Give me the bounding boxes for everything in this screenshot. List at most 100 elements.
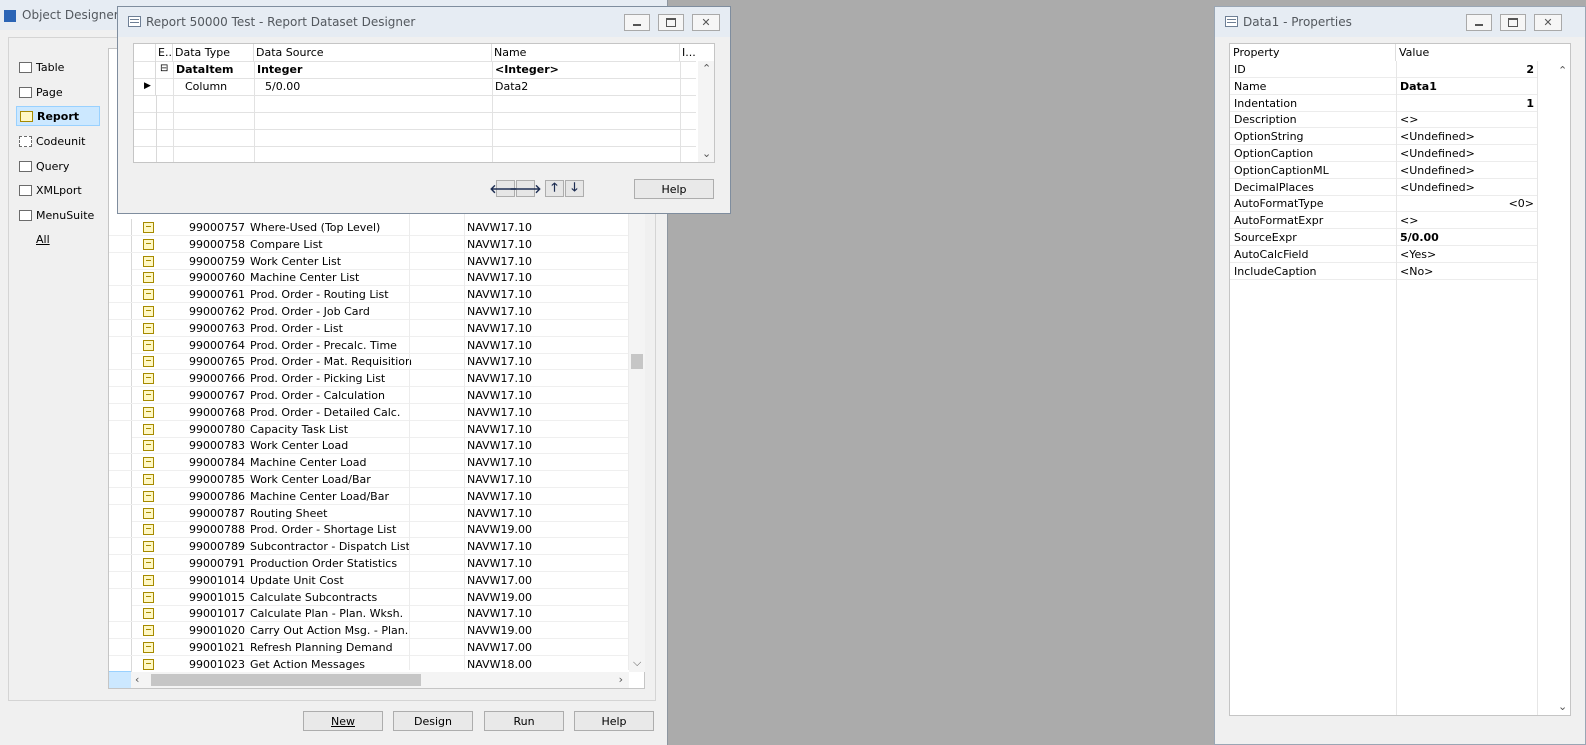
scrollbar-thumb[interactable] <box>631 354 643 369</box>
row-selector[interactable] <box>109 639 132 655</box>
version-list-cell[interactable]: NAVW17.10 <box>467 355 532 368</box>
property-value-cell[interactable]: <Yes> <box>1400 248 1436 261</box>
object-id-cell[interactable]: 99001014 <box>159 574 245 587</box>
property-value-cell[interactable]: <Undefined> <box>1400 147 1475 160</box>
object-id-cell[interactable]: 99000784 <box>159 456 245 469</box>
row-selector[interactable] <box>109 370 132 387</box>
object-name-cell[interactable]: Machine Center List <box>250 271 359 284</box>
designer-help-button[interactable]: Help <box>634 179 714 199</box>
column-header-e[interactable]: E.. <box>156 44 173 61</box>
property-row[interactable]: OptionCaptionML <Undefined> <box>1230 162 1538 179</box>
row-selector[interactable] <box>109 303 132 319</box>
table-row[interactable]: 99000786 Machine Center Load/Bar NAVW17.10 <box>109 487 629 505</box>
name-cell[interactable]: Data2 <box>495 78 528 95</box>
object-name-cell[interactable]: Capacity Task List <box>250 423 348 436</box>
version-list-cell[interactable]: NAVW17.10 <box>467 456 532 469</box>
maximize-button[interactable] <box>1500 14 1526 31</box>
design-button[interactable]: Design <box>393 711 473 731</box>
property-value-cell[interactable]: <No> <box>1400 265 1433 278</box>
object-id-cell[interactable]: 99000783 <box>159 439 245 452</box>
object-name-cell[interactable]: Carry Out Action Msg. - Plan. <box>250 624 408 637</box>
property-value-cell[interactable]: 1 <box>1526 97 1534 110</box>
row-selector[interactable] <box>109 403 132 420</box>
column-header-property[interactable]: Property <box>1230 44 1396 61</box>
table-row[interactable]: 99001021 Refresh Planning Demand NAVW17.00 <box>109 639 629 656</box>
object-name-cell[interactable]: Production Order Statistics <box>250 557 397 570</box>
object-name-cell[interactable]: Prod. Order - Shortage List <box>250 523 396 536</box>
version-list-cell[interactable]: NAVW19.00 <box>467 624 532 637</box>
version-list-cell[interactable]: NAVW17.10 <box>467 322 532 335</box>
object-name-cell[interactable]: Compare List <box>250 238 323 251</box>
property-row[interactable]: Indentation 1 <box>1230 95 1538 112</box>
table-row[interactable]: 99000758 Compare List NAVW17.10 <box>109 235 629 253</box>
object-id-cell[interactable]: 99000787 <box>159 507 245 520</box>
version-list-cell[interactable]: NAVW17.10 <box>467 507 532 520</box>
version-list-cell[interactable]: NAVW17.10 <box>467 288 532 301</box>
property-value-cell[interactable]: Data1 <box>1400 80 1437 93</box>
version-list-cell[interactable]: NAVW17.10 <box>467 439 532 452</box>
object-name-cell[interactable]: Update Unit Cost <box>250 574 344 587</box>
type-item-table[interactable]: Table <box>16 57 100 77</box>
object-id-cell[interactable]: 99001015 <box>159 591 245 604</box>
version-list-cell[interactable]: NAVW17.10 <box>467 557 532 570</box>
version-list-cell[interactable]: NAVW17.00 <box>467 641 532 654</box>
object-name-cell[interactable]: Work Center Load/Bar <box>250 473 371 486</box>
property-row[interactable]: IncludeCaption <No> <box>1230 263 1538 280</box>
type-item-report[interactable]: Report <box>16 106 100 126</box>
object-id-cell[interactable]: 99000788 <box>159 523 245 536</box>
move-down-button[interactable]: 🡓 <box>565 180 584 197</box>
row-selector[interactable] <box>109 219 132 235</box>
row-selector[interactable] <box>109 353 132 370</box>
data-type-cell[interactable]: Column <box>185 78 227 95</box>
scroll-up-icon[interactable]: ⌃ <box>702 62 711 75</box>
data-type-cell[interactable]: DataItem <box>176 61 234 78</box>
object-id-cell[interactable]: 99000767 <box>159 389 245 402</box>
scroll-down-icon[interactable]: ⌄ <box>702 147 711 160</box>
collapse-icon[interactable]: ⊟ <box>160 61 168 78</box>
property-row[interactable]: AutoCalcField <Yes> <box>1230 246 1538 263</box>
row-selector[interactable] <box>109 420 132 437</box>
type-item-page[interactable]: Page <box>16 82 100 102</box>
table-row[interactable]: 99001020 Carry Out Action Msg. - Plan. NAV… <box>109 622 629 640</box>
object-id-cell[interactable]: 99000791 <box>159 557 245 570</box>
version-list-cell[interactable]: NAVW17.10 <box>467 271 532 284</box>
row-selector[interactable] <box>109 319 132 336</box>
property-row[interactable]: OptionCaption <Undefined> <box>1230 145 1538 162</box>
version-list-cell[interactable]: NAVW17.10 <box>467 490 532 503</box>
object-id-cell[interactable]: 99000760 <box>159 271 245 284</box>
row-selector[interactable] <box>109 605 132 622</box>
scroll-down-icon[interactable]: ⌄ <box>1558 700 1567 713</box>
data-source-cell[interactable]: 5/0.00 <box>265 78 300 95</box>
row-selector[interactable] <box>109 235 132 252</box>
row-selector[interactable] <box>109 588 132 605</box>
property-row[interactable]: OptionString <Undefined> <box>1230 128 1538 146</box>
row-selector[interactable] <box>109 487 132 504</box>
row-selector[interactable] <box>109 655 132 672</box>
table-row[interactable]: 99000766 Prod. Order - Picking List NAVW17… <box>109 370 629 388</box>
property-row[interactable]: SourceExpr 5/0.00 <box>1230 229 1538 246</box>
row-selector[interactable] <box>109 387 132 403</box>
object-id-cell[interactable]: 99000768 <box>159 406 245 419</box>
maximize-button[interactable] <box>658 14 684 31</box>
property-value-cell[interactable]: <> <box>1400 214 1418 227</box>
vertical-scrollbar[interactable]: ⌃ ⌄ <box>698 61 714 162</box>
name-cell[interactable]: <Integer> <box>495 61 559 78</box>
object-name-cell[interactable]: Prod. Order - Precalc. Time <box>250 339 397 352</box>
version-list-cell[interactable]: NAVW17.10 <box>467 423 532 436</box>
minimize-button[interactable] <box>624 14 650 31</box>
column-header-data-type[interactable]: Data Type <box>173 44 254 61</box>
column-header-i[interactable]: I... <box>680 44 698 61</box>
horizontal-scrollbar[interactable]: ‹ › <box>131 672 629 688</box>
indent-button[interactable]: 🡒 <box>509 180 542 197</box>
version-list-cell[interactable]: NAVW17.10 <box>467 389 532 402</box>
row-selector[interactable] <box>109 437 132 454</box>
version-list-cell[interactable]: NAVW17.10 <box>467 372 532 385</box>
property-value-cell[interactable]: <Undefined> <box>1400 130 1475 143</box>
table-row[interactable]: 99000789 Subcontractor - Dispatch List NAV… <box>109 538 629 556</box>
close-button[interactable]: ✕ <box>1534 14 1562 31</box>
column-header-value[interactable]: Value <box>1396 44 1538 61</box>
table-row[interactable]: 99000759 Work Center List NAVW17.10 <box>109 252 629 270</box>
table-row[interactable]: 99000764 Prod. Order - Precalc. Time NAVW1… <box>109 336 629 354</box>
row-selector[interactable] <box>109 521 132 538</box>
object-id-cell[interactable]: 99001020 <box>159 624 245 637</box>
